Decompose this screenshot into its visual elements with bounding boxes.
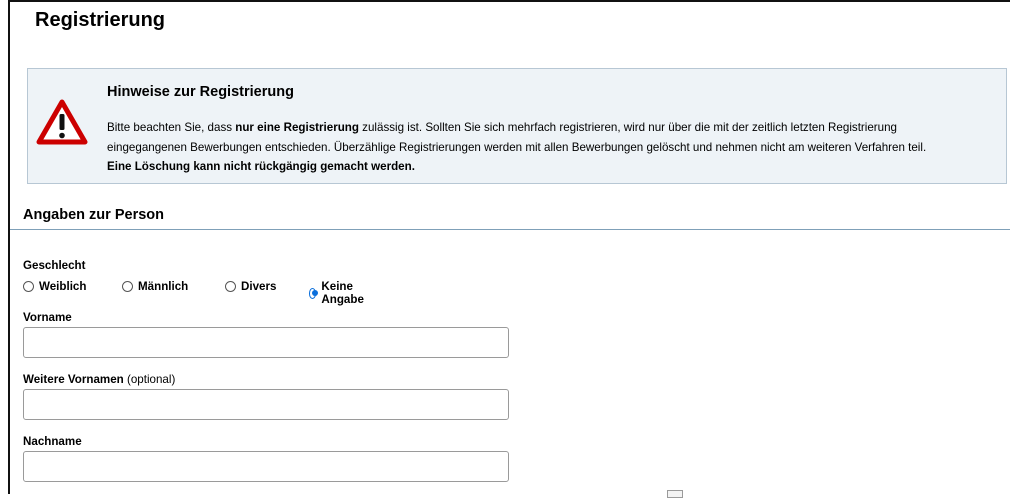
weitere-vornamen-input[interactable] bbox=[23, 389, 509, 420]
registration-notice: Hinweise zur Registrierung Bitte beachte… bbox=[27, 68, 1007, 184]
notice-text-bold1: nur eine Registrierung bbox=[235, 121, 359, 134]
vorname-label: Vorname bbox=[23, 311, 72, 324]
radio-keine-angabe[interactable] bbox=[309, 287, 318, 299]
section-divider bbox=[10, 229, 1010, 230]
radio-label-maennlich: Männlich bbox=[138, 280, 189, 293]
radio-maennlich[interactable] bbox=[122, 281, 133, 292]
radio-divers[interactable] bbox=[225, 281, 236, 292]
notice-text: Bitte beachten Sie, dass nur eine Regist… bbox=[107, 118, 947, 177]
section-title: Angaben zur Person bbox=[23, 207, 164, 223]
nachname-label: Nachname bbox=[23, 435, 82, 448]
vorname-input[interactable] bbox=[23, 327, 509, 358]
gender-option-weiblich[interactable]: Weiblich bbox=[23, 280, 86, 293]
warning-triangle-icon bbox=[36, 99, 88, 145]
gender-option-keine-angabe[interactable]: Keine Angabe bbox=[309, 280, 368, 306]
page-title: Registrierung bbox=[35, 9, 166, 31]
radio-label-divers: Divers bbox=[241, 280, 277, 293]
nachname-input[interactable] bbox=[23, 451, 509, 482]
gender-option-divers[interactable]: Divers bbox=[225, 280, 276, 293]
notice-title: Hinweise zur Registrierung bbox=[107, 84, 294, 100]
radio-label-keine-angabe: Keine Angabe bbox=[321, 280, 364, 306]
radio-label-weiblich: Weiblich bbox=[39, 280, 87, 293]
weitere-vornamen-label-text: Weitere Vornamen bbox=[23, 373, 124, 386]
weitere-vornamen-label: Weitere Vornamen (optional) bbox=[23, 373, 175, 386]
partial-checkbox[interactable] bbox=[667, 490, 683, 498]
radio-weiblich[interactable] bbox=[23, 281, 34, 292]
gender-label: Geschlecht bbox=[23, 259, 86, 272]
notice-text-bold2: Eine Löschung kann nicht rückgängig gema… bbox=[107, 160, 415, 173]
notice-text-part1: Bitte beachten Sie, dass bbox=[107, 121, 236, 134]
gender-option-maennlich[interactable]: Männlich bbox=[122, 280, 188, 293]
optional-hint: (optional) bbox=[126, 373, 176, 386]
